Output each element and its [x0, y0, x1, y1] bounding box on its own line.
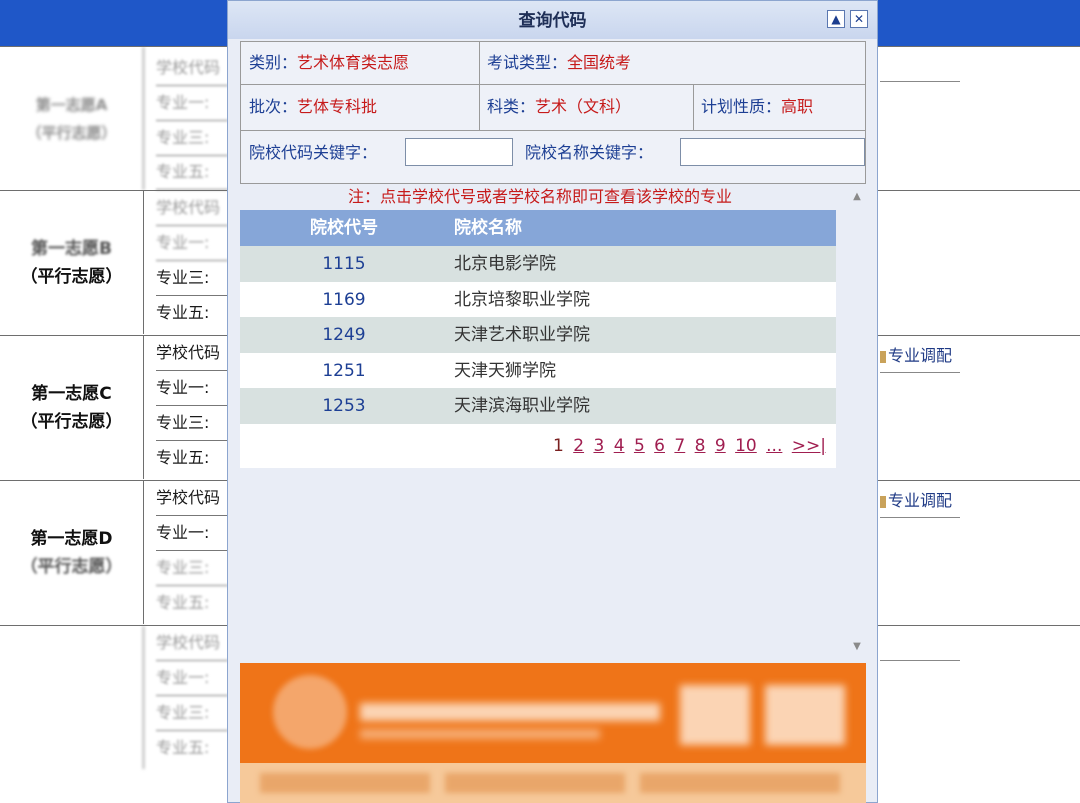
banner-ad[interactable]	[240, 663, 866, 763]
page-link[interactable]: 5	[634, 436, 645, 456]
volunteer-row-label: 第一志愿B （平行志愿）	[0, 191, 144, 334]
major-3-field[interactable]: 专业三:	[156, 696, 228, 731]
school-code-link[interactable]: 1115	[240, 246, 448, 282]
code-keyword-label: 院校代码关键字：	[249, 143, 378, 162]
scroll-down-arrow-icon[interactable]: ▼	[850, 641, 864, 652]
major-1-field[interactable]: 专业一:	[156, 86, 228, 121]
volunteer-row-label	[0, 626, 144, 769]
major-5-field[interactable]: 专业五:	[156, 731, 228, 765]
page-link[interactable]: 6	[654, 436, 665, 456]
school-code-link[interactable]: 1249	[240, 317, 448, 353]
close-icon[interactable]: ✕	[850, 10, 868, 28]
major-3-field[interactable]: 专业三:	[156, 121, 228, 156]
major-3-field[interactable]: 专业三:	[156, 551, 228, 586]
page-link[interactable]: 8	[695, 436, 706, 456]
major-1-field[interactable]: 专业一:	[156, 371, 228, 406]
column-header-name: 院校名称	[454, 218, 522, 238]
chevron-up-icon[interactable]: ▲	[827, 10, 845, 28]
volunteer-row-label: 第一志愿A （平行志愿）	[0, 47, 144, 190]
category-filter: 类别：艺术体育类志愿	[249, 53, 410, 72]
school-name-link[interactable]: 天津艺术职业学院	[454, 317, 590, 353]
table-row: 1251 天津天狮学院	[240, 352, 836, 389]
school-code-field[interactable]: 学校代码	[156, 626, 228, 661]
major-5-field[interactable]: 专业五:	[156, 155, 228, 190]
school-code-link[interactable]: 1253	[240, 388, 448, 424]
page-last-link[interactable]: >>|	[792, 436, 826, 456]
page-link[interactable]: 3	[593, 436, 604, 456]
table-row: 1253 天津滨海职业学院	[240, 388, 836, 424]
major-1-field[interactable]: 专业一:	[156, 226, 228, 261]
school-code-field[interactable]: 学校代码	[156, 336, 228, 371]
major-5-field[interactable]: 专业五:	[156, 586, 228, 620]
plan-nature-filter: 计划性质：高职	[701, 97, 814, 116]
scroll-up-arrow-icon[interactable]: ▲	[850, 191, 864, 202]
school-name-link[interactable]: 北京培黎职业学院	[454, 282, 590, 318]
page-link[interactable]: 10	[735, 436, 757, 456]
pagination: 1 2 3 4 5 6 7 8 9 10 ... >>|	[240, 423, 836, 468]
batch-filter: 批次：艺体专科批	[249, 97, 378, 116]
school-name-link[interactable]: 北京电影学院	[454, 246, 556, 282]
page-link[interactable]: 2	[573, 436, 584, 456]
page-link[interactable]: 9	[715, 436, 726, 456]
major-1-field[interactable]: 专业一:	[156, 516, 228, 551]
major-adjust-checkbox[interactable]: 专业调配	[880, 342, 952, 366]
results-table: 院校代号 院校名称 1115 北京电影学院 1169 北京培黎职业学院 1249…	[240, 210, 836, 468]
major-3-field[interactable]: 专业三:	[156, 406, 228, 441]
table-row: 1115 北京电影学院	[240, 246, 836, 282]
checkbox-icon	[880, 350, 886, 363]
banner-strip	[240, 763, 866, 803]
name-keyword-label: 院校名称关键字：	[525, 143, 654, 162]
page-ellipsis[interactable]: ...	[766, 436, 782, 456]
school-code-link[interactable]: 1251	[240, 353, 448, 389]
major-1-field[interactable]: 专业一:	[156, 661, 228, 696]
school-code-field[interactable]: 学校代码	[156, 51, 228, 86]
name-keyword-input[interactable]	[680, 138, 865, 166]
table-row: 1249 天津艺术职业学院	[240, 317, 836, 353]
code-keyword-input[interactable]	[405, 138, 513, 166]
table-row: 1169 北京培黎职业学院	[240, 281, 836, 318]
page-link[interactable]: 4	[614, 436, 625, 456]
volunteer-row-label: 第一志愿C （平行志愿）	[0, 336, 144, 479]
page-link[interactable]: 7	[674, 436, 685, 456]
dialog-title: 查询代码	[228, 1, 877, 39]
query-code-dialog: 查询代码 ▲ ✕ 类别：艺术体育类志愿 考试类型：全国统考 批次：艺体专科批 科…	[227, 0, 878, 803]
page-current: 1	[553, 435, 564, 456]
volunteer-row-label: 第一志愿D （平行志愿）	[0, 481, 144, 624]
exam-type-filter: 考试类型：全国统考	[487, 53, 632, 72]
table-header: 院校代号 院校名称	[240, 210, 836, 246]
school-code-link[interactable]: 1169	[240, 282, 448, 318]
school-name-link[interactable]: 天津天狮学院	[454, 353, 556, 389]
hint-note: 注：点击学校代号或者学校名称即可查看该学校的专业	[347, 187, 732, 206]
major-5-field[interactable]: 专业五:	[156, 441, 228, 475]
checkbox-icon	[880, 495, 886, 508]
logo-icon	[273, 675, 347, 749]
major-5-field[interactable]: 专业五:	[156, 296, 228, 330]
school-code-field[interactable]: 学校代码	[156, 481, 228, 516]
subject-filter: 科类：艺术（文科）	[487, 97, 632, 116]
major-adjust-checkbox[interactable]: 专业调配	[880, 487, 952, 511]
major-3-field[interactable]: 专业三:	[156, 261, 228, 296]
school-name-link[interactable]: 天津滨海职业学院	[454, 388, 590, 424]
filter-panel: 类别：艺术体育类志愿 考试类型：全国统考 批次：艺体专科批 科类：艺术（文科） …	[240, 41, 866, 184]
school-code-field[interactable]: 学校代码	[156, 191, 228, 226]
column-header-code: 院校代号	[310, 218, 378, 238]
